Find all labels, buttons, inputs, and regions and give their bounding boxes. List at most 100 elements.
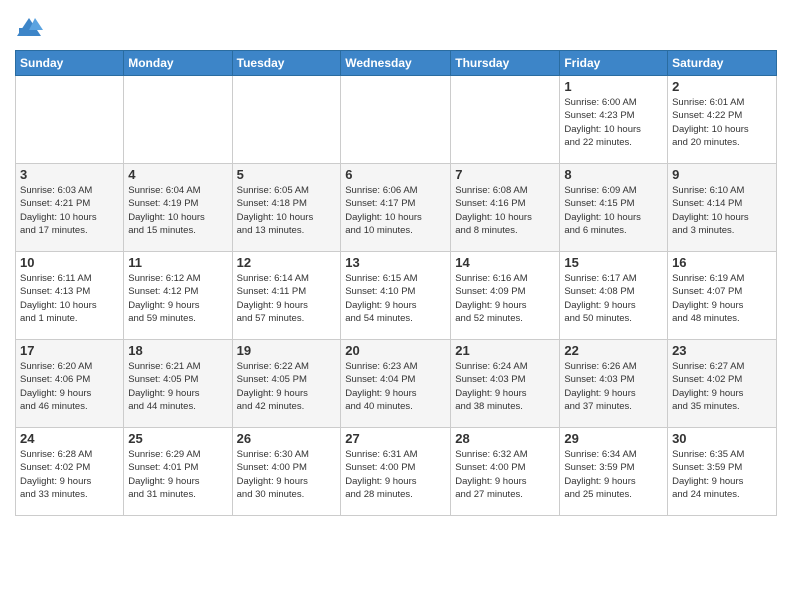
- day-number: 24: [20, 431, 119, 446]
- day-number: 16: [672, 255, 772, 270]
- day-info: Sunrise: 6:17 AMSunset: 4:08 PMDaylight:…: [564, 272, 663, 325]
- week-row-1: 1 Sunrise: 6:00 AMSunset: 4:23 PMDaylight…: [16, 76, 777, 164]
- day-info: Sunrise: 6:04 AMSunset: 4:19 PMDaylight:…: [128, 184, 227, 237]
- day-cell: 27Sunrise: 6:31 AMSunset: 4:00 PMDayligh…: [341, 428, 451, 516]
- day-number: 15: [564, 255, 663, 270]
- day-info: Sunrise: 6:01 AMSunset: 4:22 PMDaylight:…: [672, 96, 772, 149]
- day-cell: 11 Sunrise: 6:12 AMSunset: 4:12 PMDayligh…: [124, 252, 232, 340]
- week-row-5: 24 Sunrise: 6:28 AMSunset: 4:02 PMDayligh…: [16, 428, 777, 516]
- day-cell: 15 Sunrise: 6:17 AMSunset: 4:08 PMDayligh…: [560, 252, 668, 340]
- weekday-header-row: SundayMondayTuesdayWednesdayThursdayFrid…: [16, 51, 777, 76]
- header-area: [15, 10, 777, 42]
- day-info: Sunrise: 6:27 AMSunset: 4:02 PMDaylight:…: [672, 360, 772, 413]
- day-number: 12: [237, 255, 337, 270]
- day-info: Sunrise: 6:32 AMSunset: 4:00 PMDaylight:…: [455, 448, 555, 501]
- day-number: 22: [564, 343, 663, 358]
- day-cell: 4 Sunrise: 6:04 AMSunset: 4:19 PMDaylight…: [124, 164, 232, 252]
- day-cell: 28 Sunrise: 6:32 AMSunset: 4:00 PMDayligh…: [451, 428, 560, 516]
- day-cell: 30 Sunrise: 6:35 AMSunset: 3:59 PMDayligh…: [668, 428, 777, 516]
- day-number: 7: [455, 167, 555, 182]
- day-info: Sunrise: 6:34 AMSunset: 3:59 PMDaylight:…: [564, 448, 663, 501]
- day-info: Sunrise: 6:19 AMSunset: 4:07 PMDaylight:…: [672, 272, 772, 325]
- day-info: Sunrise: 6:15 AMSunset: 4:10 PMDaylight:…: [345, 272, 446, 325]
- day-number: 19: [237, 343, 337, 358]
- weekday-header-friday: Friday: [560, 51, 668, 76]
- day-cell: 25 Sunrise: 6:29 AMSunset: 4:01 PMDayligh…: [124, 428, 232, 516]
- day-cell: [341, 76, 451, 164]
- day-cell: 29 Sunrise: 6:34 AMSunset: 3:59 PMDayligh…: [560, 428, 668, 516]
- day-cell: 16 Sunrise: 6:19 AMSunset: 4:07 PMDayligh…: [668, 252, 777, 340]
- day-number: 17: [20, 343, 119, 358]
- day-number: 8: [564, 167, 663, 182]
- day-number: 18: [128, 343, 227, 358]
- day-cell: 10Sunrise: 6:11 AMSunset: 4:13 PMDayligh…: [16, 252, 124, 340]
- day-number: 30: [672, 431, 772, 446]
- day-cell: 22 Sunrise: 6:26 AMSunset: 4:03 PMDayligh…: [560, 340, 668, 428]
- day-number: 13: [345, 255, 446, 270]
- week-row-3: 10Sunrise: 6:11 AMSunset: 4:13 PMDayligh…: [16, 252, 777, 340]
- day-cell: 6Sunrise: 6:06 AMSunset: 4:17 PMDaylight…: [341, 164, 451, 252]
- day-info: Sunrise: 6:05 AMSunset: 4:18 PMDaylight:…: [237, 184, 337, 237]
- day-cell: 17 Sunrise: 6:20 AMSunset: 4:06 PMDayligh…: [16, 340, 124, 428]
- logo: [15, 14, 47, 42]
- day-number: 6: [345, 167, 446, 182]
- day-info: Sunrise: 6:10 AMSunset: 4:14 PMDaylight:…: [672, 184, 772, 237]
- day-number: 1: [564, 79, 663, 94]
- day-number: 11: [128, 255, 227, 270]
- day-info: Sunrise: 6:29 AMSunset: 4:01 PMDaylight:…: [128, 448, 227, 501]
- day-cell: [451, 76, 560, 164]
- day-cell: [232, 76, 341, 164]
- day-cell: 23 Sunrise: 6:27 AMSunset: 4:02 PMDayligh…: [668, 340, 777, 428]
- day-number: 26: [237, 431, 337, 446]
- day-number: 2: [672, 79, 772, 94]
- calendar-table: SundayMondayTuesdayWednesdayThursdayFrid…: [15, 50, 777, 516]
- day-cell: 14 Sunrise: 6:16 AMSunset: 4:09 PMDayligh…: [451, 252, 560, 340]
- day-cell: 18 Sunrise: 6:21 AMSunset: 4:05 PMDayligh…: [124, 340, 232, 428]
- day-cell: 13 Sunrise: 6:15 AMSunset: 4:10 PMDayligh…: [341, 252, 451, 340]
- logo-icon: [15, 14, 43, 42]
- day-info: Sunrise: 6:26 AMSunset: 4:03 PMDaylight:…: [564, 360, 663, 413]
- weekday-header-thursday: Thursday: [451, 51, 560, 76]
- day-info: Sunrise: 6:08 AMSunset: 4:16 PMDaylight:…: [455, 184, 555, 237]
- day-number: 10: [20, 255, 119, 270]
- weekday-header-sunday: Sunday: [16, 51, 124, 76]
- day-cell: 20 Sunrise: 6:23 AMSunset: 4:04 PMDayligh…: [341, 340, 451, 428]
- week-row-2: 3Sunrise: 6:03 AMSunset: 4:21 PMDaylight…: [16, 164, 777, 252]
- day-info: Sunrise: 6:24 AMSunset: 4:03 PMDaylight:…: [455, 360, 555, 413]
- day-cell: 9Sunrise: 6:10 AMSunset: 4:14 PMDaylight…: [668, 164, 777, 252]
- day-info: Sunrise: 6:21 AMSunset: 4:05 PMDaylight:…: [128, 360, 227, 413]
- page-container: SundayMondayTuesdayWednesdayThursdayFrid…: [0, 0, 792, 526]
- day-info: Sunrise: 6:30 AMSunset: 4:00 PMDaylight:…: [237, 448, 337, 501]
- day-number: 27: [345, 431, 446, 446]
- day-cell: [16, 76, 124, 164]
- weekday-header-wednesday: Wednesday: [341, 51, 451, 76]
- day-number: 29: [564, 431, 663, 446]
- day-info: Sunrise: 6:00 AMSunset: 4:23 PMDaylight:…: [564, 96, 663, 149]
- day-number: 14: [455, 255, 555, 270]
- day-info: Sunrise: 6:16 AMSunset: 4:09 PMDaylight:…: [455, 272, 555, 325]
- day-info: Sunrise: 6:20 AMSunset: 4:06 PMDaylight:…: [20, 360, 119, 413]
- day-info: Sunrise: 6:28 AMSunset: 4:02 PMDaylight:…: [20, 448, 119, 501]
- day-cell: 2 Sunrise: 6:01 AMSunset: 4:22 PMDaylight…: [668, 76, 777, 164]
- day-number: 4: [128, 167, 227, 182]
- day-cell: 1 Sunrise: 6:00 AMSunset: 4:23 PMDaylight…: [560, 76, 668, 164]
- day-info: Sunrise: 6:23 AMSunset: 4:04 PMDaylight:…: [345, 360, 446, 413]
- weekday-header-tuesday: Tuesday: [232, 51, 341, 76]
- day-info: Sunrise: 6:03 AMSunset: 4:21 PMDaylight:…: [20, 184, 119, 237]
- day-cell: 19 Sunrise: 6:22 AMSunset: 4:05 PMDayligh…: [232, 340, 341, 428]
- day-number: 25: [128, 431, 227, 446]
- day-number: 21: [455, 343, 555, 358]
- day-info: Sunrise: 6:12 AMSunset: 4:12 PMDaylight:…: [128, 272, 227, 325]
- day-info: Sunrise: 6:22 AMSunset: 4:05 PMDaylight:…: [237, 360, 337, 413]
- day-cell: 7 Sunrise: 6:08 AMSunset: 4:16 PMDaylight…: [451, 164, 560, 252]
- day-cell: 21 Sunrise: 6:24 AMSunset: 4:03 PMDayligh…: [451, 340, 560, 428]
- day-number: 20: [345, 343, 446, 358]
- day-info: Sunrise: 6:35 AMSunset: 3:59 PMDaylight:…: [672, 448, 772, 501]
- day-cell: [124, 76, 232, 164]
- day-info: Sunrise: 6:09 AMSunset: 4:15 PMDaylight:…: [564, 184, 663, 237]
- day-number: 28: [455, 431, 555, 446]
- day-number: 5: [237, 167, 337, 182]
- day-cell: 8 Sunrise: 6:09 AMSunset: 4:15 PMDaylight…: [560, 164, 668, 252]
- day-cell: 12Sunrise: 6:14 AMSunset: 4:11 PMDayligh…: [232, 252, 341, 340]
- day-number: 23: [672, 343, 772, 358]
